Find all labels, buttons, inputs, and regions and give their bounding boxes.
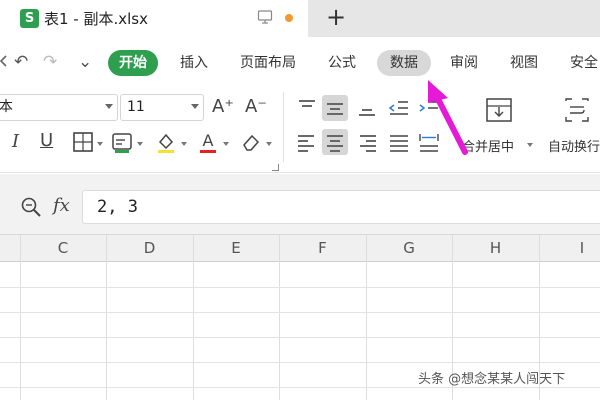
align-right-icon[interactable] <box>354 129 380 155</box>
column-header-e[interactable]: E <box>193 235 279 262</box>
grid-line <box>106 234 107 400</box>
menu-security[interactable]: 安全 <box>562 50 600 76</box>
menu-view[interactable]: 视图 <box>502 50 546 76</box>
font-name-value: 本 <box>0 99 13 115</box>
borders-icon[interactable] <box>70 129 96 155</box>
cell-style-icon[interactable] <box>109 129 135 155</box>
justify-icon[interactable] <box>386 129 412 155</box>
wrap-text-icon[interactable] <box>562 95 592 125</box>
column-header-h[interactable]: H <box>452 235 539 262</box>
column-header-f[interactable]: F <box>279 235 366 262</box>
new-tab-button[interactable]: + <box>326 3 346 31</box>
align-left-icon[interactable] <box>294 129 320 155</box>
unsaved-indicator-icon <box>285 14 293 22</box>
align-center-icon[interactable] <box>322 129 348 155</box>
redo-icon[interactable]: ↷ <box>43 52 57 72</box>
menu-home[interactable]: 开始 <box>108 50 158 76</box>
document-name: 表1 - 副本.xlsx <box>44 10 148 28</box>
menu-review[interactable]: 审阅 <box>442 50 486 76</box>
chevron-down-icon[interactable] <box>223 142 229 146</box>
merge-cells-icon[interactable] <box>484 95 514 125</box>
font-color-icon[interactable]: A <box>195 129 221 155</box>
grid-line <box>0 387 600 388</box>
chevron-down-icon <box>105 104 113 109</box>
customize-toolbar-icon[interactable]: ⌄ <box>78 52 92 72</box>
ribbon-separator <box>283 92 284 162</box>
column-header-d[interactable]: D <box>106 235 193 262</box>
align-bottom-icon[interactable] <box>354 95 380 121</box>
chevron-down-icon[interactable] <box>137 142 143 146</box>
grid-line <box>0 362 600 363</box>
menu-data[interactable]: 数据 <box>377 50 431 76</box>
insert-function-button[interactable]: fx <box>53 195 70 216</box>
zoom-search-icon[interactable] <box>20 196 42 218</box>
font-name-select[interactable]: 本 <box>0 94 118 121</box>
decrease-indent-icon[interactable] <box>386 95 412 121</box>
chevron-down-icon[interactable] <box>181 142 187 146</box>
monitor-icon[interactable] <box>257 9 273 25</box>
increase-indent-icon[interactable] <box>416 95 442 121</box>
font-settings-launcher-icon[interactable] <box>272 164 279 171</box>
column-header-c[interactable]: C <box>20 235 106 262</box>
fill-color-icon[interactable] <box>153 129 179 155</box>
watermark-text: 头条 @想念某某人闯天下 <box>418 372 566 387</box>
merge-center-label[interactable]: 合并居中 <box>462 136 514 155</box>
column-header-row: C D E F G H I <box>0 234 600 262</box>
font-size-value: 11 <box>127 99 145 115</box>
grid-line <box>0 337 600 338</box>
font-size-select[interactable]: 11 <box>120 94 204 121</box>
italic-button[interactable]: I <box>12 131 19 153</box>
formula-input[interactable]: 2, 3 <box>82 190 600 224</box>
chevron-down-icon[interactable] <box>97 142 103 146</box>
grid-line <box>0 312 600 313</box>
grid-line <box>279 234 280 400</box>
chevron-down-icon <box>191 104 199 109</box>
menu-insert[interactable]: 插入 <box>172 50 216 76</box>
spreadsheet-app-icon: S <box>20 9 39 28</box>
distributed-align-icon[interactable] <box>416 129 442 155</box>
menu-formulas[interactable]: 公式 <box>320 50 364 76</box>
back-arrow-icon[interactable] <box>0 54 8 68</box>
title-bar: S 表1 - 副本.xlsx + <box>0 0 600 37</box>
svg-text:A: A <box>203 131 214 150</box>
grid-line <box>366 234 367 400</box>
chevron-down-icon[interactable] <box>527 143 533 147</box>
undo-icon[interactable]: ↶ <box>14 52 28 72</box>
menu-page-layout[interactable]: 页面布局 <box>233 50 303 76</box>
column-header-i[interactable]: I <box>539 235 600 262</box>
align-middle-icon[interactable] <box>322 95 348 121</box>
auto-wrap-label[interactable]: 自动换行 <box>548 136 600 155</box>
grow-font-button[interactable]: A⁺ <box>212 96 234 118</box>
shrink-font-button[interactable]: A⁻ <box>245 96 267 118</box>
grid-line <box>20 234 21 400</box>
chevron-down-icon[interactable] <box>266 142 272 146</box>
document-tab[interactable]: S 表1 - 副本.xlsx <box>0 0 308 37</box>
clear-format-icon[interactable] <box>238 129 264 155</box>
column-header-g[interactable]: G <box>366 235 452 262</box>
grid-line <box>193 234 194 400</box>
grid-line <box>0 287 600 288</box>
align-top-icon[interactable] <box>294 95 320 121</box>
underline-button[interactable]: U <box>40 130 53 152</box>
